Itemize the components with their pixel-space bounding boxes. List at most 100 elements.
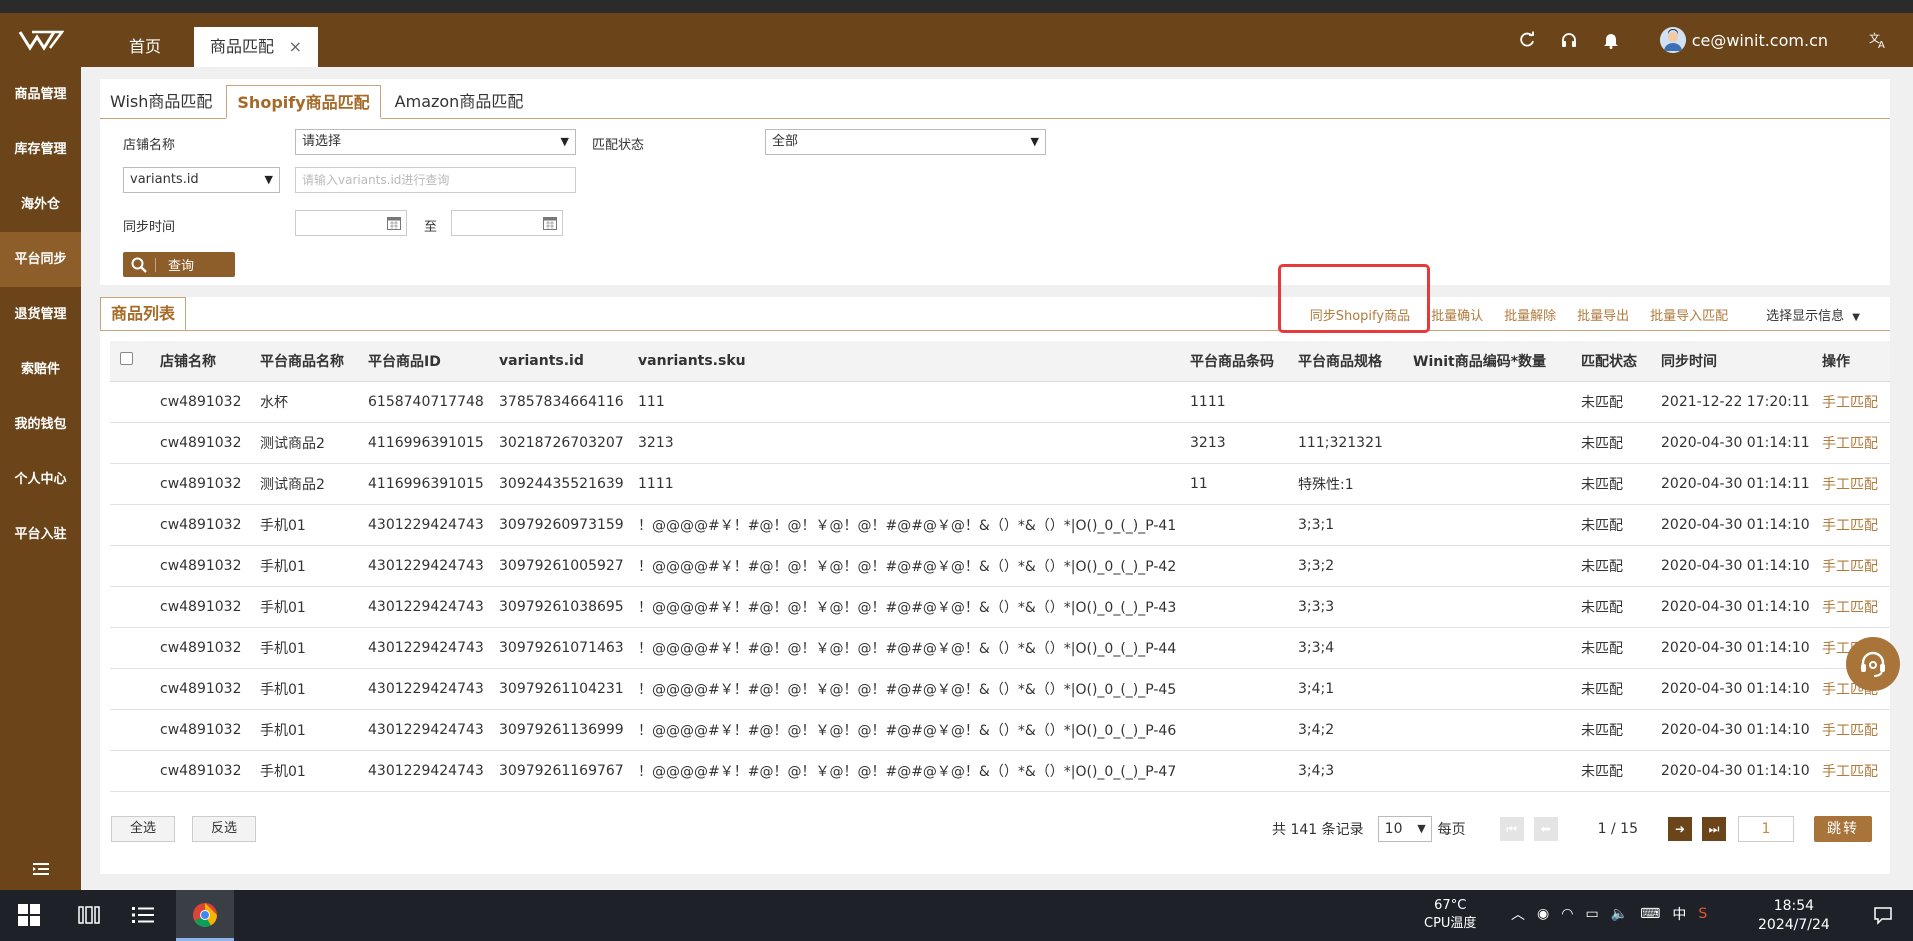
- table-cell-winit: [1413, 668, 1581, 710]
- sidebar-item-claims[interactable]: 索赔件: [0, 342, 81, 397]
- sidebar-item-personal-center[interactable]: 个人中心: [0, 452, 81, 507]
- table-cell-sku: 3213: [638, 422, 1190, 464]
- table-row: cw4891032 手机01 4301229424743 30979261005927…: [110, 545, 1890, 587]
- table-cell-pid: 4301229424743: [368, 586, 499, 628]
- cpu-temp-value: 67°C: [1434, 898, 1467, 913]
- column-header: 平台商品条码: [1190, 341, 1298, 382]
- next-page-icon[interactable]: ➜: [1668, 817, 1692, 841]
- list-app-icon[interactable]: [130, 902, 156, 928]
- display-info-dropdown[interactable]: 选择显示信息 ▼: [1766, 305, 1860, 324]
- select-all-button[interactable]: 全选: [111, 816, 175, 842]
- manual-match-link[interactable]: 手工匹配: [1822, 750, 1890, 792]
- wifi-icon[interactable]: ◠: [1561, 906, 1573, 922]
- manual-match-link[interactable]: 手工匹配: [1822, 463, 1890, 505]
- headset-icon[interactable]: [1557, 28, 1581, 52]
- user-email[interactable]: ce@winit.com.cn: [1692, 31, 1828, 50]
- battery-icon[interactable]: ▭: [1585, 906, 1598, 922]
- checkbox[interactable]: [120, 352, 133, 366]
- table-cell-barcode: [1190, 627, 1298, 669]
- tab-amazon-matching[interactable]: Amazon商品匹配: [385, 85, 534, 119]
- table-cell-store: cw4891032: [160, 750, 260, 792]
- batch-import-matching-link[interactable]: 批量导入匹配: [1650, 305, 1728, 324]
- ime-indicator[interactable]: 中: [1672, 904, 1686, 924]
- table-cell-vid: 30979261169767: [499, 750, 638, 792]
- select-all-header[interactable]: [110, 341, 160, 382]
- sidebar-item-inventory-management[interactable]: 库存管理: [0, 122, 81, 177]
- chrome-icon[interactable]: [192, 902, 218, 928]
- column-header: vanriants.sku: [638, 341, 1190, 382]
- sidebar-item-returns-management[interactable]: 退货管理: [0, 287, 81, 342]
- winit-logo-icon[interactable]: [0, 13, 81, 67]
- manual-match-link[interactable]: 手工匹配: [1822, 709, 1890, 751]
- table-cell-sku: ！@@@@#￥！#@！@！￥@！@！#@#@￥@！&（）*&（）*|O()_0_…: [638, 750, 1190, 792]
- batch-confirm-link[interactable]: 批量确认: [1431, 305, 1483, 324]
- search-button[interactable]: 查询: [123, 252, 235, 277]
- table-cell-time: 2020-04-30 01:14:11: [1661, 422, 1822, 464]
- bell-icon[interactable]: [1599, 28, 1623, 52]
- system-clock[interactable]: 18:54 2024/7/24: [1758, 897, 1830, 935]
- table-cell-vid: 30979261104231: [499, 668, 638, 710]
- store-select[interactable]: 请选择 ▼: [295, 129, 576, 155]
- close-icon[interactable]: ×: [289, 27, 302, 67]
- sidebar-item-platform-sync[interactable]: 平台同步: [0, 232, 81, 287]
- windows-start-icon[interactable]: [16, 902, 42, 928]
- first-page-icon[interactable]: ⏮: [1499, 817, 1524, 841]
- chevron-up-icon[interactable]: ︿: [1511, 904, 1525, 924]
- page-size-select[interactable]: 10 ▼: [1377, 816, 1432, 842]
- sidebar-item-overseas-warehouse[interactable]: 海外仓: [0, 177, 81, 232]
- volume-icon[interactable]: 🔈: [1611, 906, 1628, 922]
- sync-time-end-input[interactable]: [451, 210, 563, 236]
- table-cell-status: 未匹配: [1581, 381, 1661, 423]
- browser-tray-icon[interactable]: ◉: [1537, 906, 1549, 922]
- invert-selection-button[interactable]: 反选: [192, 816, 256, 842]
- task-view-icon[interactable]: [76, 902, 102, 928]
- row-checkbox-cell: [110, 422, 160, 464]
- query-field-select[interactable]: variants.id ▼: [123, 167, 280, 193]
- sidebar-item-wallet[interactable]: 我的钱包: [0, 397, 81, 452]
- sync-time-start-input[interactable]: [295, 210, 407, 236]
- product-list-tab[interactable]: 商品列表: [100, 297, 187, 331]
- collapse-menu-icon[interactable]: [0, 862, 81, 880]
- prev-page-icon[interactable]: ⬅: [1533, 817, 1558, 841]
- manual-match-link[interactable]: 手工匹配: [1822, 381, 1890, 423]
- manual-match-link[interactable]: 手工匹配: [1822, 504, 1890, 546]
- sogou-icon[interactable]: S: [1698, 906, 1707, 922]
- last-page-icon[interactable]: ⏭: [1702, 817, 1726, 841]
- taskbar: 67°C CPU温度 ︿ ◉ ◠ ▭ 🔈 ⌨ 中 S 18:54 2024/7/…: [0, 890, 1913, 941]
- table-cell-store: cw4891032: [160, 545, 260, 587]
- tab-home[interactable]: 首页: [100, 27, 190, 67]
- page-number-input[interactable]: 1: [1738, 816, 1794, 842]
- batch-export-link[interactable]: 批量导出: [1577, 305, 1629, 324]
- manual-match-link[interactable]: 手工匹配: [1822, 422, 1890, 464]
- table-cell-vid: 30979261071463: [499, 627, 638, 669]
- notification-icon[interactable]: [1870, 902, 1896, 928]
- table-cell-winit: [1413, 381, 1581, 423]
- chevron-down-icon: ▼: [1417, 822, 1426, 835]
- table-cell-pid: 4116996391015: [368, 422, 499, 464]
- match-status-select[interactable]: 全部 ▼: [765, 129, 1046, 155]
- table-cell-sku: ！@@@@#￥！#@！@！￥@！@！#@#@￥@！&（）*&（）*|O()_0_…: [638, 545, 1190, 587]
- app-header: 首页 商品匹配 × ce@winit.com.cn 文A: [0, 13, 1913, 67]
- to-label: 至: [424, 220, 438, 235]
- jump-button[interactable]: 跳转: [1814, 816, 1872, 842]
- manual-match-link[interactable]: 手工匹配: [1822, 545, 1890, 587]
- avatar[interactable]: [1659, 27, 1686, 53]
- sidebar-item-platform-onboarding[interactable]: 平台入驻: [0, 507, 81, 562]
- column-header: 同步时间: [1661, 341, 1822, 382]
- tab-shopify-matching[interactable]: Shopify商品匹配: [226, 85, 381, 119]
- query-input[interactable]: 请输入variants.id进行查询: [295, 167, 576, 193]
- tab-product-matching[interactable]: 商品匹配 ×: [194, 27, 318, 67]
- batch-release-link[interactable]: 批量解除: [1504, 305, 1556, 324]
- keyboard-icon[interactable]: ⌨: [1640, 906, 1660, 922]
- table-cell-sku: 111: [638, 381, 1190, 423]
- column-header: 平台商品规格: [1298, 341, 1413, 382]
- customer-service-icon[interactable]: [1846, 637, 1900, 691]
- table-cell-pid: 4301229424743: [368, 709, 499, 751]
- refresh-icon[interactable]: [1515, 28, 1539, 52]
- sidebar-item-product-management[interactable]: 商品管理: [0, 67, 81, 122]
- tab-wish-matching[interactable]: Wish商品匹配: [100, 85, 222, 119]
- language-icon[interactable]: 文A: [1867, 28, 1891, 52]
- table-row: cw4891032 手机01 4301229424743 30979261136999…: [110, 709, 1890, 751]
- table-cell-name: 手机01: [260, 586, 368, 628]
- manual-match-link[interactable]: 手工匹配: [1822, 586, 1890, 628]
